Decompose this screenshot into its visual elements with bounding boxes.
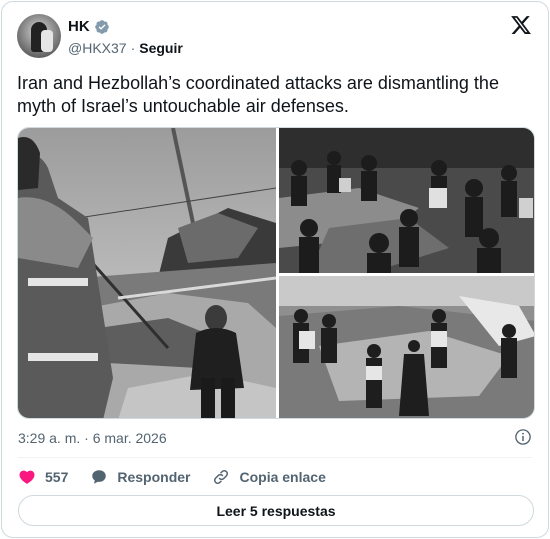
tweet-header: HK @HKX37 · Seguir [17, 14, 534, 60]
separator-dot: · [130, 40, 136, 56]
crowd-photo-top-right [279, 128, 534, 273]
author-name-row: HK [68, 18, 110, 35]
author-name[interactable]: HK [68, 18, 90, 35]
reply-label: Responder [117, 469, 191, 485]
read-replies-button[interactable]: Leer 5 respuestas [18, 495, 534, 526]
action-bar: 557 Responder Copia enlace [18, 467, 348, 487]
reply-button[interactable]: Responder [90, 468, 190, 486]
author-handle[interactable]: @HKX37 [68, 40, 127, 56]
x-logo-icon[interactable] [510, 14, 532, 36]
follow-button[interactable]: Seguir [139, 40, 183, 56]
handle-row: @HKX37 · Seguir [68, 40, 183, 56]
copy-link-label: Copia enlace [239, 469, 326, 485]
photo-3[interactable] [279, 276, 534, 418]
reply-bubble-icon [92, 470, 107, 484]
like-button[interactable]: 557 [18, 468, 68, 486]
rubble-photo-bottom-right [279, 276, 534, 418]
tweet-card: HK @HKX37 · Seguir Iran and Hezbollah’s … [1, 1, 549, 538]
heart-icon [19, 470, 35, 484]
like-count: 557 [45, 469, 69, 485]
tweet-timestamp[interactable]: 3:29 a. m. · 6 mar. 2026 [18, 430, 167, 446]
photo-2[interactable] [279, 128, 534, 273]
photo-1[interactable] [18, 128, 276, 418]
tweet-text: Iran and Hezbollah’s coordinated attacks… [17, 73, 499, 116]
avatar[interactable] [17, 14, 61, 58]
read-replies-label: Leer 5 respuestas [216, 502, 336, 519]
verified-badge-icon [94, 19, 109, 34]
link-icon [214, 469, 229, 485]
rubble-photo-left [18, 128, 276, 418]
media-grid [17, 127, 535, 419]
divider [18, 457, 532, 458]
copy-link-button[interactable]: Copia enlace [212, 468, 326, 486]
info-icon[interactable] [514, 428, 532, 446]
